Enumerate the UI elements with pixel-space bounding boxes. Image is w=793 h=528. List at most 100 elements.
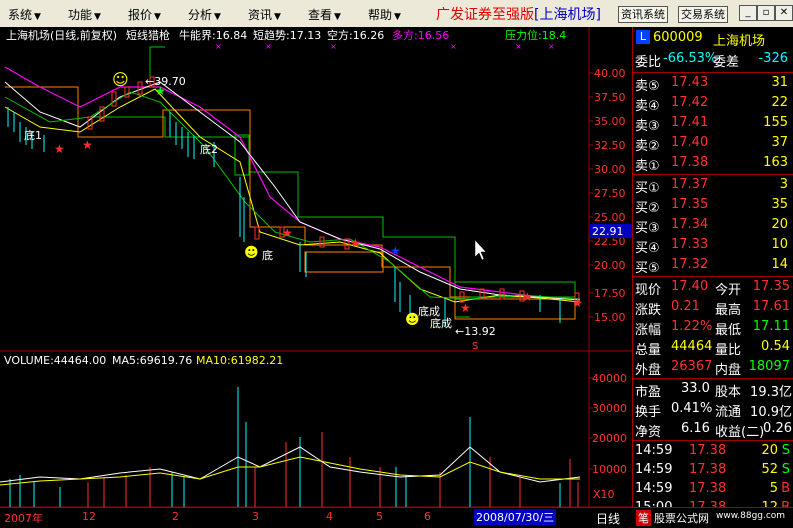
- smiley2-icon: ☻: [244, 245, 259, 261]
- smiley-icon: ☺: [112, 70, 129, 89]
- ma-green-line: [4, 91, 581, 300]
- stat-row: 现价 17.40 今开 17.35: [635, 279, 790, 298]
- stat-row: 总量 44464 量比 0.54: [635, 339, 790, 358]
- menu-bar: 系统 ▼ 功能 ▼ 报价 ▼ 分析 ▼ 资讯 ▼ 查看 ▼ 帮助 ▼ 广发证券至强版[上海机场…: [0, 0, 793, 28]
- fund-row: 净资 6.16 收益(二) 0.26: [635, 421, 792, 440]
- svg-text:★: ★: [522, 290, 533, 304]
- svg-text:★: ★: [460, 301, 471, 315]
- brand-title: 广发证券至强版[上海机场]: [436, 7, 601, 23]
- time-label: 3: [252, 510, 259, 523]
- stock-name: 上海机场: [713, 34, 766, 49]
- svg-text:★: ★: [82, 138, 93, 152]
- support-boxes: [5, 86, 576, 320]
- volume-ma5: MA5:69619.76: [112, 354, 192, 367]
- stat-row: 涨跌 0.21 最高 17.61: [635, 299, 790, 318]
- svg-text:25.00: 25.00: [594, 211, 626, 224]
- svg-text:17.50: 17.50: [594, 287, 626, 300]
- quote-panel: L 600009 上海机场 委比 -66.53% 委差 -326 卖⑤ 17.43…: [632, 27, 793, 520]
- volume-axis: 40000 30000 20000 10000: [592, 372, 627, 476]
- menu-news[interactable]: 资讯 ▼: [248, 6, 281, 23]
- ma-white-line: [4, 81, 581, 301]
- price-axis: 40.00 37.50 35.00 32.50 30.00 27.50 25.0…: [594, 67, 626, 324]
- s-marker: S: [472, 341, 478, 352]
- ma-yellow-line: [4, 88, 581, 303]
- svg-text:20000: 20000: [592, 432, 627, 445]
- time-label: 4: [326, 510, 333, 523]
- tick-row: 14:59 17.38 20 S: [635, 443, 790, 458]
- svg-text:15.00: 15.00: [594, 311, 626, 324]
- info-system-button[interactable]: 资讯系统: [618, 6, 668, 23]
- low-price-label: ←13.92: [455, 325, 496, 338]
- menu-quote[interactable]: 报价 ▼: [128, 6, 161, 23]
- webi-row: 委比 -66.53% 委差 -326: [635, 51, 788, 70]
- svg-text:27.50: 27.50: [594, 187, 626, 200]
- stat-row: 外盘 26367 内盘 18097: [635, 359, 790, 378]
- svg-text:20.00: 20.00: [594, 259, 626, 272]
- time-label: 5: [376, 510, 383, 523]
- volume-bars: [9, 387, 579, 507]
- svg-text:×: ×: [450, 42, 457, 51]
- svg-text:×: ×: [330, 42, 337, 51]
- time-label: 12: [82, 510, 96, 523]
- ma-duo-line: [4, 66, 581, 300]
- svg-text:10000: 10000: [592, 463, 627, 476]
- dicheng2-label: 底成: [430, 316, 452, 330]
- pen-icon[interactable]: 笔: [636, 510, 651, 526]
- chart-area[interactable]: 上海机场(日线,前复权) 短线猎枪 牛能界:16.84 短趋势:17.13 空方…: [0, 27, 632, 520]
- volume-ma10-line: [0, 456, 580, 486]
- buy1-row: 买① 17.37 3: [635, 177, 788, 196]
- tick-row: 14:59 17.38 52 S: [635, 462, 790, 477]
- svg-text:★: ★: [54, 142, 65, 156]
- restore-icon[interactable]: ▫: [757, 5, 775, 21]
- kline-chart[interactable]: 上海机场(日线,前复权) 短线猎枪 牛能界:16.84 短趋势:17.13 空方…: [0, 27, 632, 520]
- menu-analysis[interactable]: 分析 ▼: [188, 6, 221, 23]
- time-axis-bar: 2007年 12 2 3 4 5 6 2008/07/30/三 日线 笔 股票公…: [0, 507, 793, 528]
- svg-text:★: ★: [572, 296, 583, 310]
- menu-system[interactable]: 系统 ▼: [8, 6, 41, 23]
- mouse-cursor-icon: [474, 239, 487, 261]
- niu-value: 牛能界:16.84: [179, 28, 247, 42]
- stock-header: L 600009 上海机场: [633, 29, 793, 49]
- buy5-row: 买⑤ 17.32 14: [635, 257, 788, 276]
- menu-view[interactable]: 查看 ▼: [308, 6, 341, 23]
- svg-text:×: ×: [215, 42, 222, 51]
- time-label: 2: [172, 510, 179, 523]
- svg-text:37.50: 37.50: [594, 91, 626, 104]
- footer-site: www.88gg.com: [716, 511, 786, 521]
- level-icon: L: [636, 30, 650, 44]
- menu-function[interactable]: 功能 ▼: [68, 6, 101, 23]
- high-price-label: ←39.70: [145, 75, 186, 88]
- fund-row: 市盈 33.0 股本 19.3亿: [635, 381, 792, 400]
- volume-ma10: MA10:61982.21: [196, 354, 283, 367]
- sell5-row: 卖⑤ 17.43 31: [635, 75, 788, 94]
- sell4-row: 卖④ 17.42 22: [635, 95, 788, 114]
- buy3-row: 买③ 17.34 20: [635, 217, 788, 236]
- duo-value: 多方:16.56: [392, 28, 449, 42]
- chart-title: 上海机场(日线,前复权): [6, 28, 117, 42]
- menu-help[interactable]: 帮助 ▼: [368, 6, 401, 23]
- minimize-icon[interactable]: _: [739, 5, 757, 21]
- di1-label: 底1: [24, 128, 42, 142]
- stock-code: 600009: [653, 30, 703, 45]
- fund-row: 换手 0.41% 流通 10.9亿: [635, 401, 792, 420]
- top-markers: × × × × × ×: [215, 42, 555, 51]
- buy2-row: 买② 17.35 35: [635, 197, 788, 216]
- close-icon[interactable]: ✕: [775, 5, 793, 21]
- dicheng-label: 底成: [418, 304, 440, 318]
- svg-text:40000: 40000: [592, 372, 627, 385]
- volume-unit: X10: [593, 488, 615, 501]
- time-label: 2007年: [4, 512, 43, 525]
- short-trend-value: 短趋势:17.13: [253, 28, 321, 42]
- sell3-row: 卖③ 17.41 155: [635, 115, 788, 134]
- svg-text:32.50: 32.50: [594, 139, 626, 152]
- buy-sell-signals: ★ ★ ★★ ★★ ★ ★★: [54, 84, 583, 315]
- tick-row: 14:59 17.38 5 B: [635, 481, 790, 496]
- volume-ma5-line: [0, 446, 581, 483]
- period-button[interactable]: 日线: [596, 510, 620, 527]
- svg-text:30000: 30000: [592, 402, 627, 415]
- svg-text:×: ×: [265, 42, 272, 51]
- di-label: 底: [262, 248, 273, 262]
- buy4-row: 买④ 17.33 10: [635, 237, 788, 256]
- trade-system-button[interactable]: 交易系统: [678, 6, 728, 23]
- cursor-date: 2008/07/30/三: [474, 509, 557, 525]
